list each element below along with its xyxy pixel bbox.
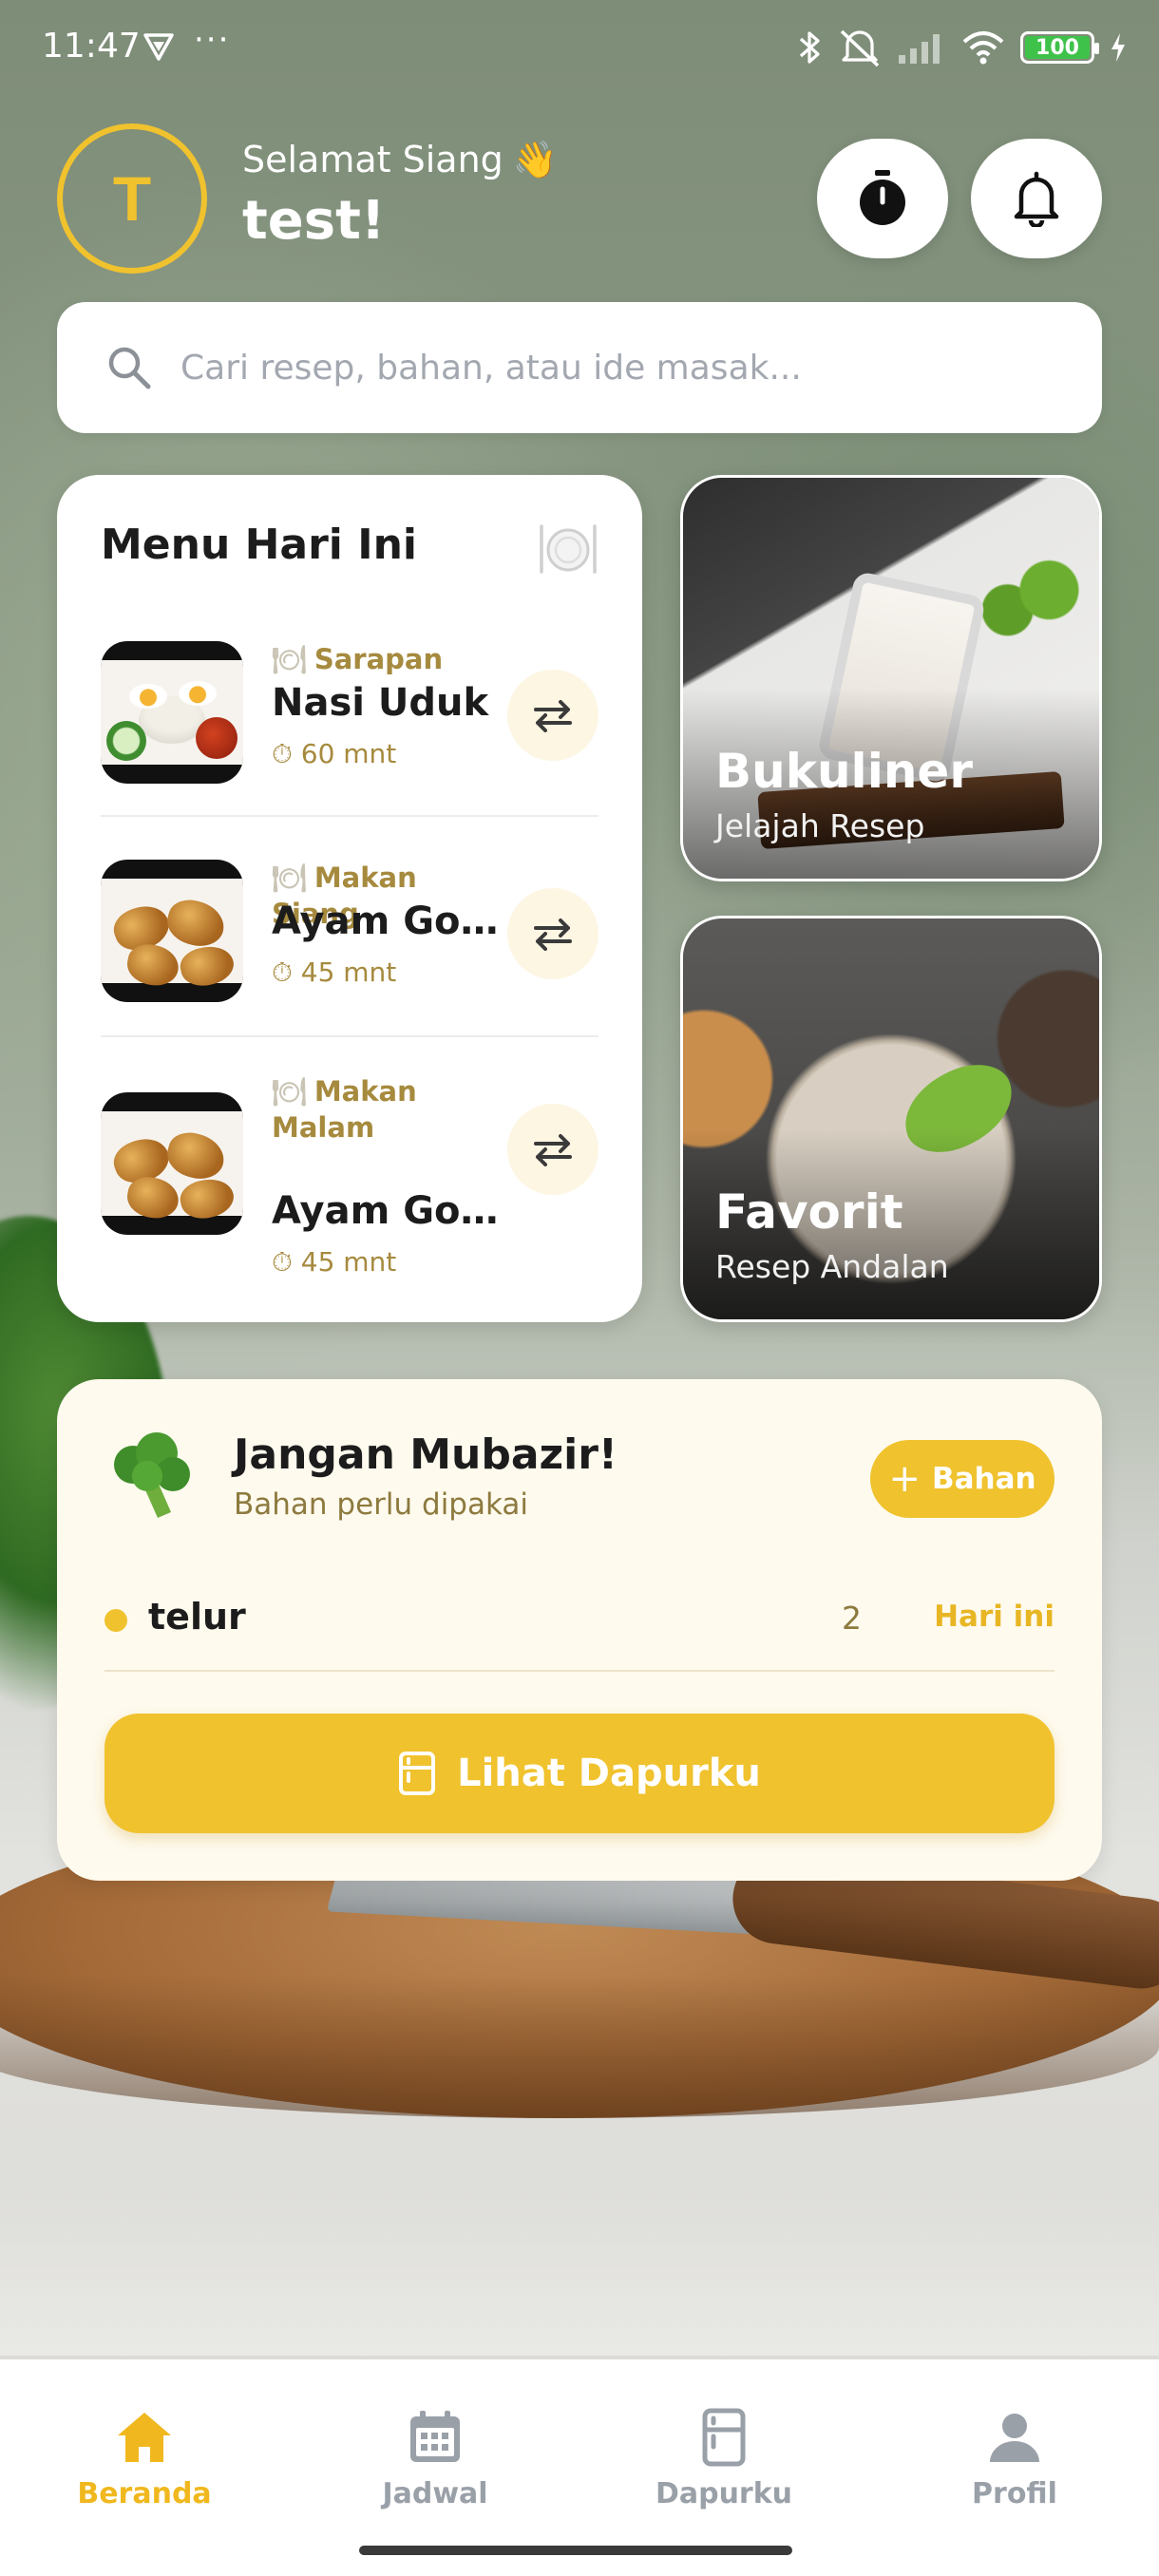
person-icon — [990, 2414, 1039, 2462]
tile-title: Bukuliner — [715, 744, 973, 799]
tile-subtitle: Resep Andalan — [715, 1248, 949, 1285]
add-ingredient-button[interactable]: + Bahan — [870, 1440, 1054, 1518]
notification-button[interactable] — [971, 139, 1102, 258]
nav-label: Beranda — [77, 2477, 212, 2510]
fridge-icon — [399, 1752, 436, 1795]
vpn-icon — [143, 33, 174, 61]
swap-arrows-icon — [534, 919, 572, 951]
username: test! — [242, 190, 386, 252]
timer-small-icon: ⏱ — [272, 1246, 301, 1278]
meal-category-label: Sarapan — [314, 643, 444, 675]
meal-time-label: 45 mnt — [300, 957, 397, 988]
bell-icon — [1014, 171, 1059, 227]
search-input[interactable] — [180, 348, 1036, 388]
nav-beranda[interactable]: Beranda — [49, 2407, 239, 2521]
nav-label: Jadwal — [382, 2477, 488, 2510]
charging-icon — [1112, 33, 1125, 62]
meal-name: Nasi Uduk — [272, 681, 489, 725]
waste-subtitle: Bahan perlu dipakai — [234, 1487, 528, 1522]
meal-time: ⏱ 60 mnt — [272, 738, 396, 770]
meal-time: ⏱ 45 mnt — [272, 957, 396, 989]
meal-item-dinner[interactable]: 🍽Makan Malam Ayam Goreng Kremes ⏱ 45 mnt — [101, 1075, 598, 1278]
meal-name: Ayam Goreng Kremes — [272, 900, 500, 943]
divider — [101, 1035, 598, 1037]
meal-time-label: 60 mnt — [300, 738, 397, 769]
greeting-label: Selamat Siang — [242, 139, 504, 180]
meal-time: ⏱ 45 mnt — [272, 1246, 396, 1279]
ingredient-qty: 2 — [842, 1600, 862, 1637]
nav-jadwal[interactable]: Jadwal — [340, 2407, 530, 2521]
swap-meal-button[interactable] — [507, 1104, 598, 1195]
battery-icon: 100 — [1020, 31, 1099, 64]
menu-today-title: Menu Hari Ini — [101, 521, 417, 569]
timer-small-icon: ⏱ — [272, 738, 301, 769]
divider — [104, 1670, 1054, 1672]
ingredient-expiry: Hari ini — [934, 1600, 1054, 1634]
view-kitchen-label: Lihat Dapurku — [457, 1752, 761, 1795]
stopwatch-icon — [860, 170, 905, 225]
ingredient-item[interactable]: telur 2 Hari ini — [104, 1586, 1054, 1653]
calendar-icon — [410, 2411, 460, 2462]
wave-emoji: 👋 — [512, 139, 559, 180]
meal-category: 🍽 Makan Malam — [272, 1073, 500, 1146]
plate-icon: 🍽 — [272, 1075, 307, 1108]
meal-image — [101, 641, 243, 784]
greeting-text: Selamat Siang 👋 — [242, 139, 558, 181]
swap-arrows-icon — [534, 700, 572, 732]
meal-item-breakfast[interactable]: 🍽 Sarapan Nasi Uduk ⏱ 60 mnt — [101, 632, 598, 822]
plus-icon: + — [888, 1457, 921, 1501]
home-icon — [118, 2413, 171, 2462]
meal-item-lunch[interactable]: 🍽Makan Siang Ayam Goreng Kremes ⏱ 45 mnt — [101, 850, 598, 1040]
menu-today-card: Menu Hari Ini 🍽 Sarapan Nasi Uduk ⏱ 60 mn… — [57, 475, 642, 1322]
fridge-icon — [702, 2408, 746, 2467]
search-bar[interactable] — [57, 302, 1102, 433]
waste-title: Jangan Mubazir! — [234, 1430, 618, 1479]
signal-icon — [899, 34, 940, 64]
nav-label: Profil — [972, 2477, 1057, 2510]
status-time: 11:47 — [42, 27, 141, 66]
plate-cutlery-icon — [540, 524, 597, 574]
bukuliner-tile[interactable]: Bukuliner Jelajah Resep — [680, 475, 1102, 881]
wifi-icon — [962, 31, 1004, 65]
meal-image — [101, 860, 243, 1002]
avatar[interactable]: T — [57, 123, 207, 274]
divider — [101, 815, 598, 817]
battery-level: 100 — [1036, 35, 1079, 60]
meal-image — [101, 1092, 243, 1235]
home-indicator[interactable] — [359, 2546, 792, 2555]
favorit-tile[interactable]: Favorit Resep Andalan — [680, 916, 1102, 1322]
bluetooth-icon — [799, 31, 820, 64]
timer-button[interactable] — [817, 139, 948, 258]
status-bar: 11:47 ··· 100 — [0, 0, 1159, 95]
tile-title: Favorit — [715, 1184, 903, 1240]
add-ingredient-label: Bahan — [931, 1462, 1036, 1496]
plate-icon: 🍽 — [272, 862, 307, 894]
meal-category: 🍽 Sarapan — [272, 641, 500, 677]
timer-small-icon: ⏱ — [272, 957, 301, 988]
ingredient-name: telur — [148, 1596, 246, 1638]
bottom-navigation: Beranda Jadwal Dapurku Profil — [0, 2359, 1159, 2576]
more-dots: ··· — [194, 21, 231, 59]
broccoli-icon — [114, 1432, 190, 1518]
food-waste-card: Jangan Mubazir! Bahan perlu dipakai + Ba… — [57, 1379, 1102, 1881]
search-icon — [108, 347, 151, 389]
nav-dapurku[interactable]: Dapurku — [629, 2407, 819, 2521]
swap-arrows-icon — [534, 1134, 572, 1166]
plate-icon: 🍽 — [272, 643, 307, 675]
tile-subtitle: Jelajah Resep — [715, 807, 925, 844]
view-kitchen-button[interactable]: Lihat Dapurku — [104, 1714, 1054, 1833]
swap-meal-button[interactable] — [507, 888, 598, 979]
nav-label: Dapurku — [655, 2477, 793, 2510]
meal-name: Ayam Goreng Kremes — [272, 1189, 500, 1233]
nav-profil[interactable]: Profil — [920, 2407, 1110, 2521]
meal-time-label: 45 mnt — [300, 1246, 397, 1278]
mute-icon — [840, 29, 880, 67]
swap-meal-button[interactable] — [507, 670, 598, 761]
status-dot — [104, 1609, 127, 1632]
